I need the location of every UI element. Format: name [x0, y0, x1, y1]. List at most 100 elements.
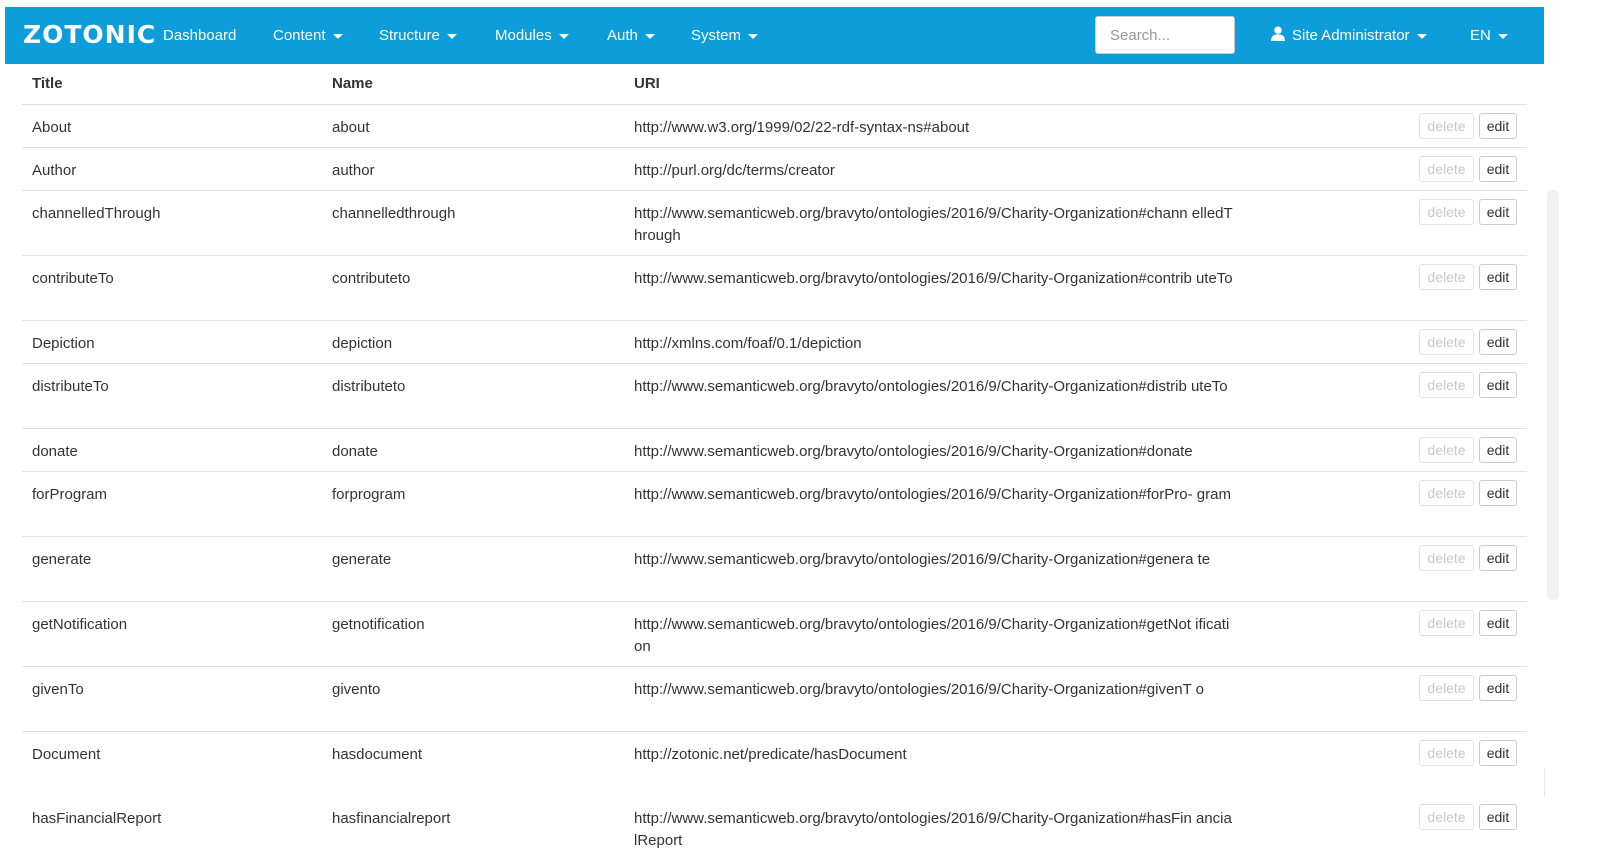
- table-row[interactable]: channelledThrough channelledthrough http…: [22, 191, 1527, 256]
- delete-button[interactable]: delete: [1419, 480, 1474, 506]
- row-uri: http://www.semanticweb.org/bravyto/ontol…: [634, 205, 1233, 244]
- table-row[interactable]: getNotification getnotification http://w…: [22, 602, 1527, 667]
- delete-button[interactable]: delete: [1419, 199, 1474, 225]
- top-navbar: ZOTONIC Dashboard Content Structure Modu…: [5, 7, 1544, 64]
- edit-button[interactable]: edit: [1479, 199, 1517, 225]
- nav-modules-label: Modules: [495, 27, 552, 44]
- delete-button[interactable]: delete: [1419, 804, 1474, 830]
- row-name: forprogram: [332, 486, 406, 503]
- row-name: hasdocument: [332, 746, 423, 763]
- language-menu[interactable]: EN: [1470, 7, 1508, 64]
- table-row[interactable]: Document hasdocument http://zotonic.net/…: [22, 732, 1527, 774]
- caret-down-icon: [748, 33, 759, 39]
- row-name: distributeto: [332, 378, 406, 395]
- edit-button[interactable]: edit: [1479, 480, 1517, 506]
- column-header-name: Name: [332, 75, 373, 92]
- user-icon: [1271, 26, 1285, 41]
- edit-button[interactable]: edit: [1479, 372, 1517, 398]
- row-name: givento: [332, 681, 381, 698]
- scrollbar-thumb[interactable]: [1547, 190, 1559, 600]
- delete-button[interactable]: delete: [1419, 264, 1474, 290]
- row-name: contributeto: [332, 270, 411, 287]
- caret-down-icon: [644, 33, 655, 39]
- table-row[interactable]: donate donate http://www.semanticweb.org…: [22, 429, 1527, 472]
- table-row[interactable]: distributeTo distributeto http://www.sem…: [22, 364, 1527, 429]
- nav-structure[interactable]: Structure: [379, 7, 457, 64]
- delete-button[interactable]: delete: [1419, 610, 1474, 636]
- scrollbar-divider: [1544, 768, 1563, 796]
- table-row[interactable]: Author author http://purl.org/dc/terms/c…: [22, 148, 1527, 191]
- row-title: donate: [32, 443, 78, 460]
- row-uri: http://zotonic.net/predicate/hasDocument: [634, 746, 907, 763]
- row-title: contributeTo: [32, 270, 114, 287]
- nav-modules[interactable]: Modules: [495, 7, 569, 64]
- edit-button[interactable]: edit: [1479, 264, 1517, 290]
- table-row[interactable]: generate generate http://www.semanticweb…: [22, 537, 1527, 602]
- row-title: Author: [32, 162, 77, 179]
- caret-down-icon: [446, 33, 457, 39]
- delete-button[interactable]: delete: [1419, 329, 1474, 355]
- edit-button[interactable]: edit: [1479, 437, 1517, 463]
- column-header-title: Title: [32, 75, 63, 92]
- row-uri: http://xmlns.com/foaf/0.1/depiction: [634, 335, 862, 352]
- row-title: getNotification: [32, 616, 128, 633]
- row-name: hasfinancialreport: [332, 810, 451, 827]
- table-row[interactable]: givenTo givento http://www.semanticweb.o…: [22, 667, 1527, 732]
- edit-button[interactable]: edit: [1479, 545, 1517, 571]
- predicates-table: Title Name URI About about http://www.w3…: [22, 64, 1527, 860]
- delete-button[interactable]: delete: [1419, 372, 1474, 398]
- zotonic-logo[interactable]: ZOTONIC: [23, 21, 156, 49]
- row-uri: http://www.w3.org/1999/02/22-rdf-syntax-…: [634, 119, 970, 136]
- edit-button[interactable]: edit: [1479, 675, 1517, 701]
- nav-auth-label: Auth: [607, 27, 638, 44]
- row-uri: http://www.semanticweb.org/bravyto/ontol…: [634, 681, 1205, 698]
- nav-system-label: System: [691, 27, 742, 44]
- row-name: getnotification: [332, 616, 425, 633]
- delete-button[interactable]: delete: [1419, 545, 1474, 571]
- caret-down-icon: [332, 33, 343, 39]
- row-name: generate: [332, 551, 392, 568]
- row-uri: http://www.semanticweb.org/bravyto/ontol…: [634, 616, 1230, 655]
- nav-system[interactable]: System: [691, 7, 759, 64]
- delete-button[interactable]: delete: [1419, 437, 1474, 463]
- edit-button[interactable]: edit: [1479, 804, 1517, 830]
- edit-button[interactable]: edit: [1479, 329, 1517, 355]
- nav-dashboard[interactable]: Dashboard: [163, 7, 236, 64]
- edit-button[interactable]: edit: [1479, 610, 1517, 636]
- table-row[interactable]: About about http://www.w3.org/1999/02/22…: [22, 105, 1527, 148]
- nav-content-label: Content: [273, 27, 326, 44]
- nav-structure-label: Structure: [379, 27, 440, 44]
- edit-button[interactable]: edit: [1479, 156, 1517, 182]
- table-header: Title Name URI: [22, 64, 1527, 105]
- delete-button[interactable]: delete: [1419, 675, 1474, 701]
- row-uri: http://www.semanticweb.org/bravyto/ontol…: [634, 443, 1193, 460]
- row-title: Document: [32, 746, 101, 763]
- row-title: hasFinancialReport: [32, 810, 162, 827]
- row-uri: http://www.semanticweb.org/bravyto/ontol…: [634, 810, 1232, 849]
- search-input[interactable]: [1095, 16, 1235, 54]
- user-menu[interactable]: Site Administrator: [1270, 7, 1427, 64]
- row-name: depiction: [332, 335, 393, 352]
- row-name: about: [332, 119, 370, 136]
- edit-button[interactable]: edit: [1479, 740, 1517, 766]
- nav-dashboard-label: Dashboard: [163, 27, 237, 44]
- edit-button[interactable]: edit: [1479, 113, 1517, 139]
- nav-auth[interactable]: Auth: [607, 7, 655, 64]
- row-title: generate: [32, 551, 92, 568]
- nav-content[interactable]: Content: [273, 7, 343, 64]
- row-title: Depiction: [32, 335, 95, 352]
- table-row[interactable]: Depiction depiction http://xmlns.com/foa…: [22, 321, 1527, 364]
- table-row[interactable]: hasFinancialReport hasfinancialreport ht…: [22, 796, 1527, 860]
- caret-down-icon: [1497, 33, 1508, 39]
- table-row[interactable]: contributeTo contributeto http://www.sem…: [22, 256, 1527, 321]
- column-header-uri: URI: [634, 75, 660, 92]
- delete-button[interactable]: delete: [1419, 156, 1474, 182]
- row-uri: http://purl.org/dc/terms/creator: [634, 162, 835, 179]
- row-name: donate: [332, 443, 378, 460]
- delete-button[interactable]: delete: [1419, 113, 1474, 139]
- row-name: channelledthrough: [332, 205, 456, 222]
- row-title: forProgram: [32, 486, 108, 503]
- table-row[interactable]: forProgram forprogram http://www.semanti…: [22, 472, 1527, 537]
- delete-button[interactable]: delete: [1419, 740, 1474, 766]
- page-scrollbar[interactable]: [1544, 0, 1563, 868]
